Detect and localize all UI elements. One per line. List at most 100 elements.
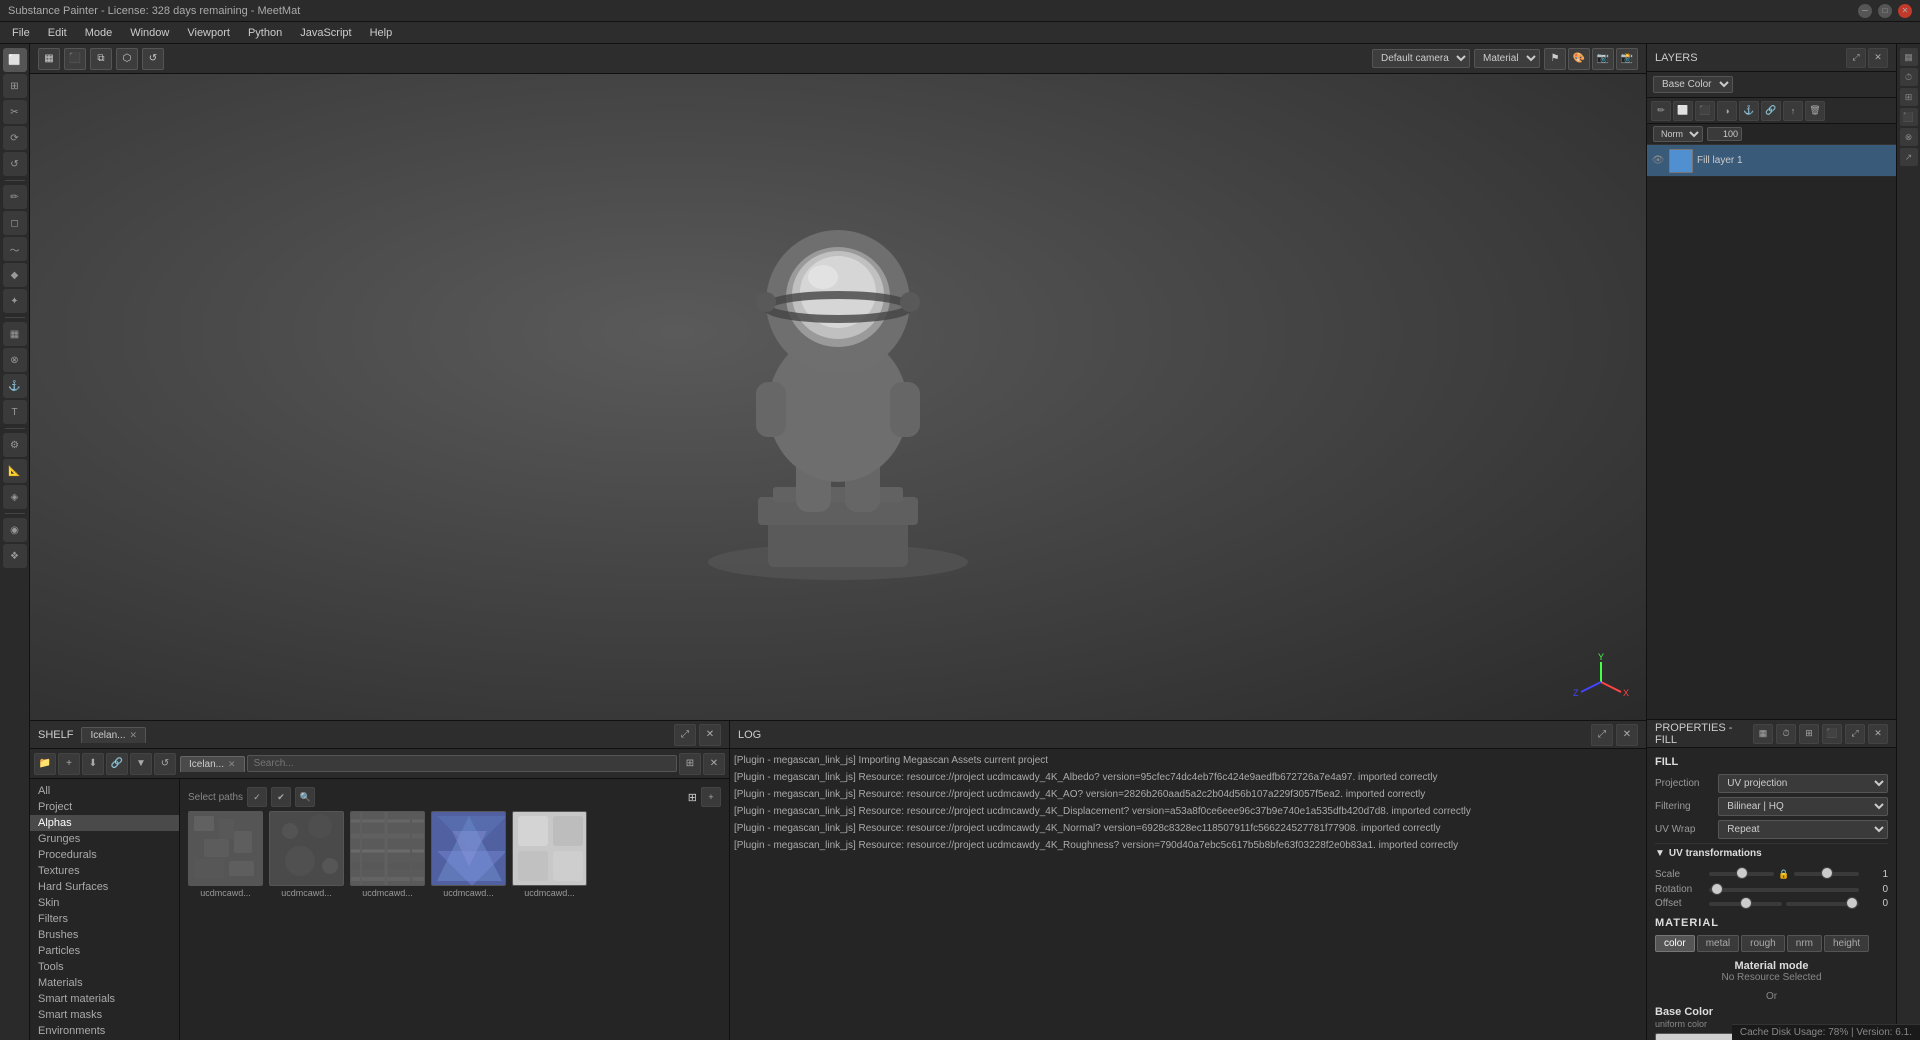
shelf-tree-environments[interactable]: Environments (30, 1023, 179, 1039)
viewport-rotation-reset[interactable]: ↺ (142, 48, 164, 70)
assets-add-icon[interactable]: + (701, 787, 721, 807)
menu-edit[interactable]: Edit (40, 25, 75, 41)
viewport-mode-split[interactable]: ⧉ (90, 48, 112, 70)
offset-slider-y[interactable] (1786, 902, 1859, 906)
shelf-tree-procedurals[interactable]: Procedurals (30, 847, 179, 863)
properties-close-icon[interactable]: ✕ (1868, 724, 1888, 744)
viewport-3d[interactable]: X Y Z (30, 74, 1646, 720)
shelf-import-icon[interactable]: ⬇ (82, 753, 104, 775)
close-btn[interactable]: ✕ (1898, 4, 1912, 18)
asset-item-4[interactable]: ucdmcawd... (512, 811, 587, 898)
asset-item-2[interactable]: ucdmcawd... (350, 811, 425, 898)
right-icon-layers[interactable]: ▦ (1900, 48, 1918, 66)
viewport-mode-2d[interactable]: ▦ (38, 48, 60, 70)
mat-tab-rough[interactable]: rough (1741, 935, 1785, 952)
properties-icon2[interactable]: ⏱ (1776, 724, 1796, 744)
shelf-tab[interactable]: Icelan... ✕ (81, 727, 146, 743)
tool-fill[interactable]: ◆ (3, 263, 27, 287)
properties-icon3[interactable]: ⊞ (1799, 724, 1819, 744)
asset-item-0[interactable]: ucdmcawd... (188, 811, 263, 898)
properties-icon4[interactable]: ⬛ (1822, 724, 1842, 744)
opacity-input[interactable] (1707, 127, 1742, 141)
channel-select[interactable]: Base Color (1653, 76, 1733, 93)
menu-viewport[interactable]: Viewport (179, 25, 238, 41)
asset-item-1[interactable]: ucdmcawd... (269, 811, 344, 898)
tool-text[interactable]: T (3, 400, 27, 424)
shelf-search-input[interactable] (247, 755, 677, 772)
log-close-icon[interactable]: ✕ (1616, 724, 1638, 746)
tool-measure[interactable]: 📐 (3, 459, 27, 483)
tool-grid1[interactable]: ⊞ (3, 74, 27, 98)
layers-black-fill-icon[interactable]: ⬛ (1695, 101, 1715, 121)
viewport-mode-3d[interactable]: ⬛ (64, 48, 86, 70)
tool-settings[interactable]: ⚙ (3, 433, 27, 457)
shelf-tree-textures[interactable]: Textures (30, 863, 179, 879)
projection-select[interactable]: UV projection (1718, 774, 1888, 793)
viewport-display-icon[interactable]: 🎨 (1568, 48, 1590, 70)
shelf-tree-smart-masks[interactable]: Smart masks (30, 1007, 179, 1023)
shelf-tab-close-icon[interactable]: ✕ (130, 730, 138, 741)
layers-close-icon[interactable]: ✕ (1868, 48, 1888, 68)
menu-window[interactable]: Window (122, 25, 177, 41)
camera-select[interactable]: Default camera (1372, 49, 1470, 68)
layers-mask-icon[interactable]: ◑ (1717, 101, 1737, 121)
shelf-filter-icon[interactable]: ▼ (130, 753, 152, 775)
assets-grid-view-icon[interactable]: ⊞ (688, 791, 697, 804)
shelf-tree-project[interactable]: Project (30, 799, 179, 815)
properties-icon1[interactable]: ▦ (1753, 724, 1773, 744)
layers-anchor-icon[interactable]: ⚓ (1739, 101, 1759, 121)
layers-link-icon[interactable]: 🔗 (1761, 101, 1781, 121)
tool-extra1[interactable]: ◈ (3, 485, 27, 509)
viewport-snapshot-icon[interactable]: 📸 (1616, 48, 1638, 70)
maximize-btn[interactable]: □ (1878, 4, 1892, 18)
assets-check-icon[interactable]: ✓ (247, 787, 267, 807)
shelf-close-icon[interactable]: ✕ (699, 724, 721, 746)
shelf-open-folder-icon[interactable]: 📁 (34, 753, 56, 775)
shelf-tree-skin[interactable]: Skin (30, 895, 179, 911)
layers-expand-icon[interactable]: ⤢ (1846, 48, 1866, 68)
asset-item-3[interactable]: ucdmcawd... (431, 811, 506, 898)
blend-mode-select[interactable]: Norm (1653, 126, 1703, 142)
scale-slider-x[interactable] (1709, 872, 1774, 876)
shelf-active-tab-close-icon[interactable]: ✕ (228, 759, 236, 770)
shelf-close-x-icon[interactable]: ✕ (703, 753, 725, 775)
tool-extra3[interactable]: ❖ (3, 544, 27, 568)
shelf-tree-brushes[interactable]: Brushes (30, 927, 179, 943)
right-icon-history[interactable]: ⏱ (1900, 68, 1918, 86)
tool-anchor[interactable]: ⚓ (3, 374, 27, 398)
tool-layer[interactable]: ▦ (3, 322, 27, 346)
properties-expand-icon[interactable]: ⤢ (1845, 724, 1865, 744)
uv-wrap-select[interactable]: Repeat (1718, 820, 1888, 839)
mat-tab-metal[interactable]: metal (1697, 935, 1739, 952)
tool-bake[interactable]: ⊗ (3, 348, 27, 372)
tool-cut[interactable]: ✂ (3, 100, 27, 124)
mat-tab-color[interactable]: color (1655, 935, 1695, 952)
menu-javascript[interactable]: JavaScript (292, 25, 359, 41)
shelf-link-icon[interactable]: 🔗 (106, 753, 128, 775)
layers-move-up-icon[interactable]: ↑ (1783, 101, 1803, 121)
shelf-tree-tools[interactable]: Tools (30, 959, 179, 975)
minimize-btn[interactable]: ─ (1858, 4, 1872, 18)
shelf-tree-filters[interactable]: Filters (30, 911, 179, 927)
menu-file[interactable]: File (4, 25, 38, 41)
viewport-camera-icon[interactable]: 📷 (1592, 48, 1614, 70)
offset-slider-x[interactable] (1709, 902, 1782, 906)
tool-paint[interactable]: ✏ (3, 185, 27, 209)
layers-delete-icon[interactable]: 🗑 (1805, 101, 1825, 121)
menu-mode[interactable]: Mode (77, 25, 121, 41)
viewport-flag-icon[interactable]: ⚑ (1544, 48, 1566, 70)
shelf-add-icon[interactable]: + (58, 753, 80, 775)
shelf-tree-hard-surfaces[interactable]: Hard Surfaces (30, 879, 179, 895)
render-mode-select[interactable]: Material (1474, 49, 1540, 68)
assets-search-icon[interactable]: 🔍 (295, 787, 315, 807)
layers-fill-icon[interactable]: ⬜ (1673, 101, 1693, 121)
tool-select[interactable]: ⬜ (3, 48, 27, 72)
assets-checkmark-icon[interactable]: ✔ (271, 787, 291, 807)
shelf-refresh-icon[interactable]: ↺ (154, 753, 176, 775)
shelf-tree-materials[interactable]: Materials (30, 975, 179, 991)
shelf-tree-smart-materials[interactable]: Smart materials (30, 991, 179, 1007)
tool-pick[interactable]: ✦ (3, 289, 27, 313)
mat-tab-height[interactable]: height (1824, 935, 1869, 952)
tool-eraser[interactable]: ◻ (3, 211, 27, 235)
shelf-active-tab[interactable]: Icelan... ✕ (180, 756, 245, 772)
